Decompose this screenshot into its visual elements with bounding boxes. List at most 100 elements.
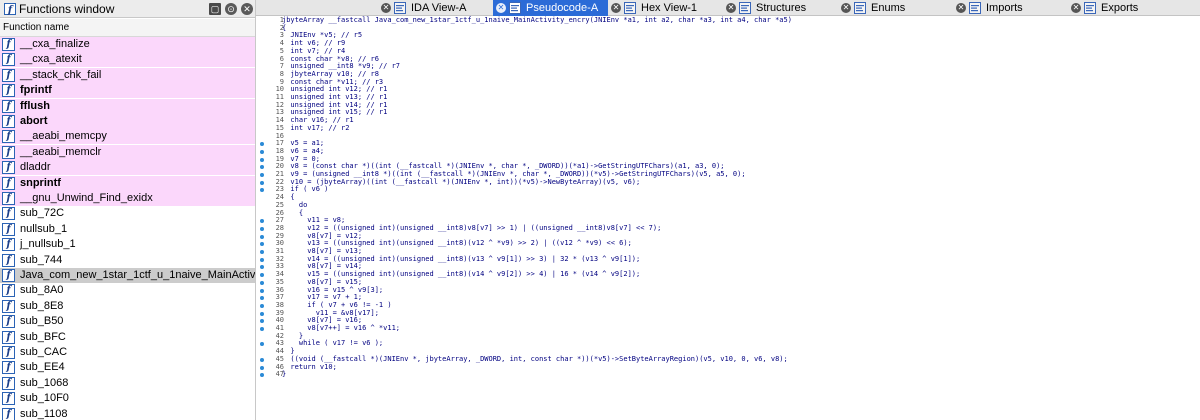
function-list-item[interactable]: f nullsub_1 [0,222,255,237]
function-name-column-header[interactable]: Function name [0,19,255,37]
function-list-item[interactable]: f sub_1068 [0,376,255,391]
tab-label: Structures [756,2,807,14]
close-tab-icon[interactable]: ✕ [1071,3,1081,13]
function-name: sub_72C [20,207,65,220]
function-list-item[interactable]: f __cxa_atexit [0,52,255,68]
function-name: sub_10F0 [20,392,69,405]
enums-icon [854,2,866,14]
function-list-item[interactable]: f __stack_chk_fail [0,67,255,83]
function-icon: f [2,253,15,267]
ida-view-icon [394,2,406,14]
close-tab-icon[interactable]: ✕ [841,3,851,13]
code-text: jbyteArray __fastcall Java_com_new_1star… [282,16,792,24]
function-icon: f [2,192,15,205]
tab-ida-view-a[interactable]: ✕ IDA View-A [378,0,493,16]
restore-window-icon[interactable]: ⊙ [225,3,237,15]
functions-window-icon: f [4,3,16,15]
close-tab-icon[interactable]: ✕ [611,3,621,13]
close-tab-icon[interactable]: ✕ [496,3,506,13]
function-name: __cxa_finalize [20,38,90,50]
function-list-item[interactable]: f __aeabi_memcpy [0,129,255,145]
code-text: while ( v17 != v6 ); [282,339,384,348]
function-list-item[interactable]: f __cxa_finalize [0,37,255,52]
tab-label: Pseudocode-A [526,2,599,14]
tab-enums[interactable]: ✕ Enums [838,0,953,16]
function-name: __cxa_atexit [20,53,82,66]
close-tab-icon[interactable]: ✕ [726,3,736,13]
function-icon: f [2,207,15,221]
function-list-item[interactable]: f snprintf [0,175,255,191]
function-icon: f [2,38,15,51]
function-list-item[interactable]: f __aeabi_memclr [0,144,255,160]
function-name: abort [20,115,48,127]
function-name: sub_1068 [20,376,69,389]
function-list-item[interactable]: f sub_1108 [0,407,255,420]
tab-label: Exports [1101,2,1139,14]
close-tab-icon[interactable]: ✕ [956,3,966,13]
function-name: sub_1108 [20,407,68,420]
close-window-icon[interactable]: ✕ [241,3,253,15]
function-list-item[interactable]: f sub_CAC [0,345,255,360]
function-name: fflush [20,99,50,112]
hex-view-icon [624,2,636,14]
tab-bar: ✕ IDA View-A ✕ Pseudocode-A ✕ Hex View-1 ✕ Stru… [256,0,1200,16]
function-list-item[interactable]: f sub_EE4 [0,360,255,375]
function-list-item[interactable]: f sub_8A0 [0,283,255,298]
tab-hex-view-1[interactable]: ✕ Hex View-1 [608,0,723,16]
function-name: sub_BFC [20,330,66,343]
function-name: sub_744 [20,253,63,266]
code-text: return v10; [282,362,337,371]
function-icon: f [2,145,15,159]
function-list-item[interactable]: f sub_744 [0,253,255,268]
function-icon: f [2,361,15,375]
function-list-item[interactable]: f Java_com_new_1star_1ctf_u_1naive_MainAc… [0,268,256,283]
functions-window-titlebar: f Functions window ▢ ⊙ ✕ [0,0,255,18]
function-name: sub_8A0 [20,284,64,297]
function-name: Java_com_new_1star_1ctf_u_1naive_MainAct… [20,269,256,281]
function-icon: f [2,315,15,329]
function-icon: f [2,53,15,67]
float-window-icon[interactable]: ▢ [209,3,221,15]
function-icon: f [2,99,15,113]
code-text: } [282,370,287,379]
function-name: __aeabi_memcpy [20,130,107,143]
close-tab-icon[interactable]: ✕ [381,3,391,13]
function-list-item[interactable]: f sub_BFC [0,330,255,345]
function-icon: f [2,299,15,313]
functions-window: f Functions window ▢ ⊙ ✕ Function name f… [0,0,256,420]
function-name: j_nullsub_1 [20,238,76,251]
code-text: int v17; // r2 [282,123,350,132]
function-icon: f [2,407,15,420]
function-list-item[interactable]: f abort [0,114,255,129]
function-icon: f [2,176,15,190]
function-icon: f [2,392,15,406]
function-list-item[interactable]: f fflush [0,98,255,114]
tab-label: Hex View-1 [641,2,698,14]
pseudocode-icon [509,2,521,14]
function-icon: f [2,346,15,359]
tab-imports[interactable]: ✕ Imports [953,0,1068,16]
imports-icon [969,2,981,14]
tab-label: IDA View-A [411,2,467,14]
function-list-item[interactable]: f dladdr [0,160,255,176]
function-icon: f [2,238,15,252]
functions-window-title: Functions window [19,2,115,16]
function-name-header-label: Function name [3,22,70,33]
function-list-item[interactable]: f sub_B50 [0,314,255,329]
function-list-item[interactable]: f sub_10F0 [0,391,255,406]
function-name: __aeabi_memclr [20,145,102,158]
structures-icon [739,2,751,14]
tab-exports[interactable]: ✕ Exports [1068,0,1183,16]
function-list-item[interactable]: f j_nullsub_1 [0,237,255,252]
tab-structures[interactable]: ✕ Structures [723,0,838,16]
function-list-item[interactable]: f __gnu_Unwind_Find_exidx [0,191,255,206]
function-list-item[interactable]: f sub_8E8 [0,299,255,314]
function-list-item[interactable]: f fprintf [0,83,255,99]
function-icon: f [2,161,15,175]
tab-pseudocode-a[interactable]: ✕ Pseudocode-A [493,0,608,16]
function-name: nullsub_1 [20,222,68,235]
pseudocode-view[interactable]: 1 jbyteArray __fastcall Java_com_new_1sta… [256,16,1200,420]
line-number: 47 [275,370,284,379]
function-name: sub_EE4 [20,361,65,374]
function-list-item[interactable]: f sub_72C [0,206,255,221]
